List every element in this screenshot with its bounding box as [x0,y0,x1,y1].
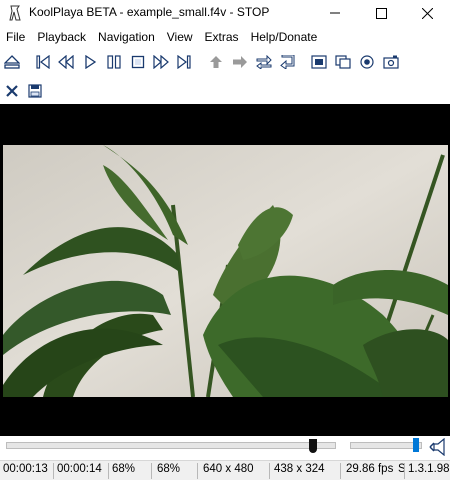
toolbar-separator [199,52,200,72]
eject-icon [4,55,20,69]
arrow-up-icon [210,56,222,68]
arrow-right-icon [233,56,247,68]
skip-start-button[interactable] [33,52,53,72]
menu-help-donate[interactable]: Help/Donate [245,27,324,47]
screenshot-icon [383,55,399,69]
maximize-button[interactable] [358,0,404,26]
stop-icon [131,55,145,69]
status-current-time: 00:00:13 [3,463,48,475]
seek-slider[interactable] [6,442,336,449]
secondary-toolbar [0,80,450,106]
status-separator [53,463,54,479]
fast-forward-button[interactable] [151,52,171,72]
copy-frame-button[interactable] [333,52,353,72]
speaker-icon[interactable] [428,438,448,456]
arrow-right-button[interactable] [230,52,250,72]
close-button[interactable] [404,0,450,26]
toolbar-separator [302,52,303,72]
maximize-icon [375,7,387,19]
save-button[interactable] [25,81,45,101]
copy-frame-icon [335,55,351,69]
menu-extras[interactable]: Extras [199,27,245,47]
status-separator [197,463,198,479]
return-button[interactable] [278,52,298,72]
play-button[interactable] [80,52,100,72]
volume-slider[interactable] [350,442,422,449]
minimize-icon [330,12,340,14]
status-separator [404,463,405,479]
minimize-button[interactable] [312,0,358,26]
status-separator [108,463,109,479]
fit-screen-icon [311,55,327,69]
rewind-icon [58,55,74,69]
stop-button[interactable] [128,52,148,72]
screenshot-button[interactable] [381,52,401,72]
pause-icon [107,55,121,69]
status-fps: 29.86 fps [346,463,394,475]
status-version: 1.3.1.98 [408,463,450,475]
app-logo-icon [9,5,21,21]
menu-playback[interactable]: Playback [31,27,92,47]
swap-icon [256,55,272,69]
main-toolbar [0,49,450,75]
status-zoom-1: 68% [112,463,136,475]
fast-forward-icon [153,55,169,69]
play-icon [85,55,97,69]
menu-navigation[interactable]: Navigation [92,27,161,47]
status-separator [340,463,341,479]
menu-file[interactable]: File [0,27,31,47]
status-separator [269,463,270,479]
status-display-resolution: 438 x 324 [274,463,325,475]
record-button[interactable] [357,52,377,72]
close-x-icon [6,85,18,97]
close-icon [421,7,433,19]
window-title: KoolPlaya BETA - example_small.f4v - STO… [29,5,270,19]
skip-end-button[interactable] [174,52,194,72]
skip-start-icon [36,55,50,69]
menu-view[interactable]: View [161,27,199,47]
app-window: KoolPlaya BETA - example_small.f4v - STO… [0,0,450,480]
volume-slider-thumb[interactable] [413,438,420,452]
arrow-up-button[interactable] [206,52,226,72]
rewind-button[interactable] [56,52,76,72]
skip-end-icon [177,55,191,69]
toolbar-separator [405,52,406,72]
status-source-resolution: 640 x 480 [203,463,254,475]
status-separator [151,463,152,479]
record-icon [360,55,374,69]
status-zoom-2: 68% [157,463,181,475]
swap-button[interactable] [254,52,274,72]
fit-screen-button[interactable] [309,52,329,72]
toolbar-separator [26,52,27,72]
video-viewport[interactable] [0,104,450,436]
return-icon [280,55,295,69]
seek-slider-thumb[interactable] [308,439,317,453]
eject-button[interactable] [2,52,22,72]
status-total-time: 00:00:14 [57,463,102,475]
save-disk-icon [28,84,42,98]
pause-button[interactable] [104,52,124,72]
close-file-button[interactable] [2,81,22,101]
menu-bar: File Playback Navigation View Extras Hel… [0,27,450,47]
title-bar: KoolPlaya BETA - example_small.f4v - STO… [0,0,450,26]
status-bar: 00:00:13 00:00:14 68% 68% 640 x 480 438 … [0,460,450,480]
video-frame-image [3,145,448,397]
